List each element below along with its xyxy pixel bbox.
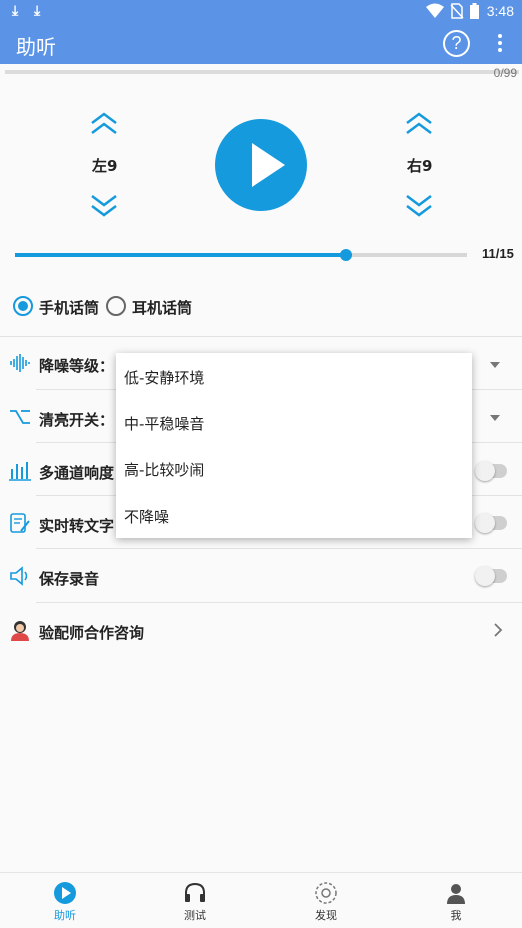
help-button[interactable]: ? — [443, 30, 470, 57]
gain-slider-value: 11/15 — [482, 246, 514, 261]
bottom-nav: 助听 测试 发现 我 — [0, 872, 522, 928]
dropdown-option-off[interactable]: 不降噪 — [124, 506, 169, 527]
tab-test[interactable]: 测试 — [130, 873, 260, 928]
tab-label: 助听 — [54, 909, 76, 922]
status-time: 3:48 — [486, 3, 514, 19]
phone-mic-radio[interactable] — [13, 296, 33, 316]
tab-label: 我 — [450, 909, 462, 922]
save-recording-toggle[interactable] — [475, 566, 507, 586]
top-progress-text: 0/99 — [493, 66, 517, 80]
tab-me[interactable]: 我 — [391, 873, 521, 928]
play-button[interactable] — [215, 119, 307, 211]
tab-label: 发现 — [315, 909, 337, 922]
no-sim-icon — [450, 3, 464, 19]
battery-icon — [470, 3, 479, 19]
noise-level-dropdown-caret[interactable] — [490, 362, 500, 368]
discover-icon — [315, 882, 337, 904]
divider — [36, 602, 522, 603]
consultant-avatar-icon — [11, 621, 29, 641]
multichannel-label: 多通道响度 — [39, 464, 115, 482]
dropdown-option-low[interactable]: 低-安静环境 — [124, 367, 204, 388]
page-title: 助听 — [16, 35, 56, 59]
play-icon — [252, 143, 285, 187]
download-icon: ⤓ — [34, 3, 41, 19]
download-icon: ⤓ — [12, 3, 19, 19]
tab-hearing-aid[interactable]: 助听 — [0, 873, 130, 928]
person-icon — [447, 884, 465, 904]
chevron-right-icon[interactable] — [493, 622, 503, 638]
headphones-icon — [185, 882, 205, 902]
more-options-icon[interactable] — [492, 31, 508, 57]
app-bar: 助听 ? — [0, 24, 522, 64]
status-bar: ⤓ ⤓ 3:48 — [0, 0, 522, 24]
speaker-icon — [10, 566, 28, 586]
left-volume-down-icon[interactable] — [89, 192, 119, 218]
left-volume-label: 左9 — [92, 157, 118, 175]
save-recording-label: 保存录音 — [39, 570, 100, 588]
phone-mic-label[interactable]: 手机话筒 — [39, 297, 99, 318]
brightness-dropdown-caret[interactable] — [490, 415, 500, 421]
divider — [0, 336, 522, 337]
bar-chart-icon — [9, 462, 31, 481]
wifi-icon — [426, 3, 444, 18]
right-volume-up-icon[interactable] — [404, 111, 434, 137]
consult-label[interactable]: 验配师合作咨询 — [39, 622, 144, 643]
gain-slider-fill — [15, 253, 347, 257]
transcribe-icon — [10, 513, 30, 533]
waveform-icon — [10, 354, 30, 372]
headset-mic-radio[interactable] — [106, 296, 126, 316]
right-volume-down-icon[interactable] — [404, 192, 434, 218]
dropdown-option-medium[interactable]: 中-平稳噪音 — [124, 413, 204, 434]
right-volume-label: 右9 — [407, 157, 433, 175]
dropdown-option-high[interactable]: 高-比较吵闹 — [124, 459, 204, 480]
switch-icon — [10, 410, 30, 424]
gain-slider[interactable] — [15, 249, 467, 261]
noise-level-label: 降噪等级： — [39, 357, 115, 375]
left-volume-up-icon[interactable] — [89, 111, 119, 137]
tab-label: 测试 — [184, 909, 206, 922]
play-circle-icon — [54, 882, 76, 904]
multichannel-toggle[interactable] — [475, 461, 507, 481]
top-progress-bar — [5, 70, 519, 74]
transcribe-toggle[interactable] — [475, 513, 507, 533]
tab-discover[interactable]: 发现 — [261, 873, 391, 928]
divider — [36, 548, 522, 549]
gain-slider-thumb[interactable] — [340, 249, 353, 261]
brightness-switch-label: 清亮开关： — [39, 411, 115, 429]
transcribe-label: 实时转文字 — [39, 517, 115, 535]
noise-level-dropdown-menu: 低-安静环境 中-平稳噪音 高-比较吵闹 不降噪 — [116, 353, 472, 538]
headset-mic-label[interactable]: 耳机话筒 — [132, 297, 192, 318]
